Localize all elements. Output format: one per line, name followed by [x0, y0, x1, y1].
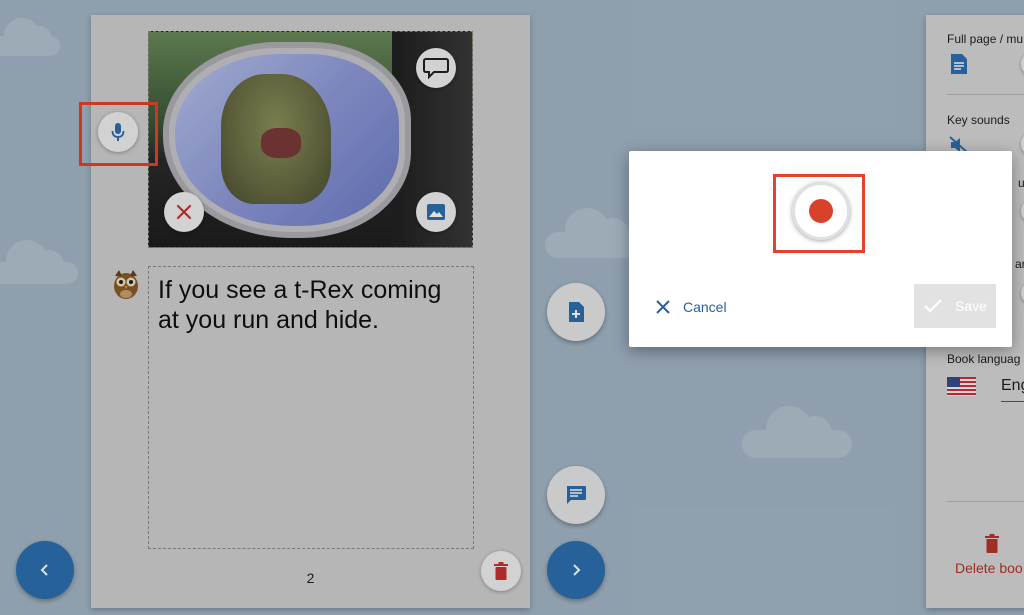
page-image[interactable]: [148, 31, 473, 248]
book-language-label: Book languag: [947, 352, 1021, 366]
background-cloud: [0, 18, 60, 56]
add-page-icon: [569, 302, 584, 322]
add-page-button[interactable]: [547, 283, 605, 341]
document-icon: [951, 54, 967, 74]
remove-image-button[interactable]: [164, 192, 204, 232]
story-text[interactable]: If you see a t-Rex coming at you run and…: [158, 275, 465, 335]
trash-icon: [985, 534, 999, 553]
mic-highlight-frame: [79, 102, 158, 166]
trash-icon: [494, 562, 508, 580]
previous-page-button[interactable]: [16, 541, 74, 599]
check-icon: [924, 299, 942, 313]
change-image-button[interactable]: [416, 192, 456, 232]
full-page-label: Full page / mu: [947, 32, 1024, 46]
story-text-area[interactable]: If you see a t-Rex coming at you run and…: [148, 266, 474, 549]
background-cloud: [742, 406, 852, 458]
partial-setting-label-2: ar: [1015, 257, 1024, 271]
key-sounds-label: Key sounds: [947, 113, 1010, 127]
book-language-select[interactable]: Eng: [1001, 377, 1024, 395]
delete-page-button[interactable]: [481, 551, 521, 591]
close-icon: [656, 300, 670, 314]
speech-bubble-button[interactable]: [416, 48, 456, 88]
us-flag-icon: [947, 377, 976, 396]
save-button[interactable]: Save: [914, 284, 996, 328]
chevron-left-icon: [40, 564, 48, 576]
comment-button[interactable]: [547, 466, 605, 524]
save-label: Save: [955, 298, 987, 314]
image-dinosaur-mouth: [261, 128, 301, 158]
language-select-underline: [1001, 401, 1024, 402]
record-highlight-frame: [773, 174, 865, 253]
record-dialog: Cancel Save: [629, 151, 1012, 347]
page-number: 2: [306, 570, 315, 586]
panel-divider: [947, 501, 1024, 502]
next-page-button[interactable]: [547, 541, 605, 599]
partial-setting-label: un: [1018, 176, 1024, 190]
comment-icon: [567, 486, 586, 504]
speech-bubble-icon: [423, 58, 449, 79]
close-icon: [176, 204, 192, 220]
chevron-right-icon: [573, 564, 581, 576]
owl-avatar-icon: [114, 270, 138, 299]
cancel-button[interactable]: Cancel: [655, 295, 727, 319]
image-icon: [427, 204, 445, 220]
background-cloud: [0, 240, 78, 284]
panel-divider: [947, 94, 1024, 95]
cancel-label: Cancel: [683, 299, 727, 315]
delete-book-button[interactable]: Delete boo: [955, 560, 1023, 576]
